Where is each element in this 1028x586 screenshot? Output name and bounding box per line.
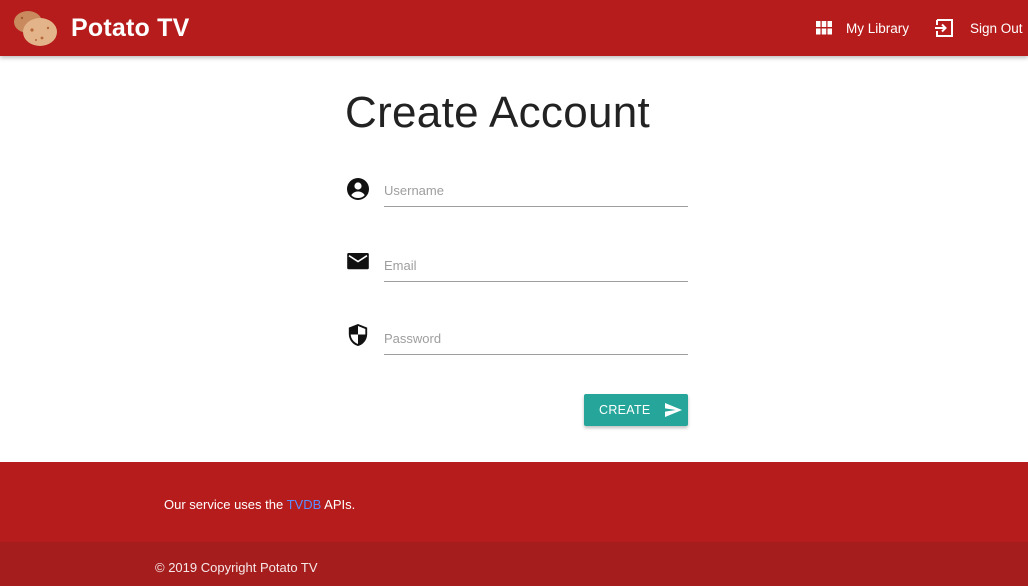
exit-icon (935, 19, 953, 37)
footer-text-after: APIs. (321, 497, 356, 512)
tvdb-link[interactable]: TVDB (287, 497, 322, 512)
password-field-group (345, 323, 690, 363)
email-input[interactable] (384, 250, 688, 282)
security-shield-icon (348, 324, 368, 346)
mail-icon (347, 253, 369, 270)
brand-link[interactable]: Potato TV (12, 5, 189, 51)
password-input[interactable] (384, 323, 688, 355)
create-button-label: CREATE (599, 403, 651, 417)
footer-copyright-bar: © 2019 Copyright Potato TV (0, 542, 1028, 586)
app-name: Potato TV (71, 13, 190, 42)
footer-attribution: Our service uses the TVDB APIs. (164, 497, 355, 512)
send-icon (664, 403, 682, 417)
account-circle-icon (347, 178, 369, 200)
email-field-group (345, 250, 690, 290)
nav-my-library[interactable]: My Library (816, 0, 909, 56)
nav-sign-out[interactable]: Sign Out (935, 0, 1023, 56)
copyright-text: © 2019 Copyright Potato TV (155, 560, 318, 575)
nav-sign-out-label: Sign Out (970, 20, 1023, 36)
footer: Our service uses the TVDB APIs. © 2019 C… (0, 462, 1028, 586)
navbar: Potato TV My Library Sign Out (0, 0, 1028, 56)
footer-text-before: Our service uses the (164, 497, 287, 512)
username-input[interactable] (384, 175, 688, 207)
username-field-group (345, 175, 690, 215)
potato-logo-icon (14, 11, 57, 46)
grid-icon (816, 21, 832, 35)
create-button[interactable]: CREATE (584, 394, 688, 426)
page-title: Create Account (345, 88, 651, 137)
nav-my-library-label: My Library (846, 20, 910, 36)
